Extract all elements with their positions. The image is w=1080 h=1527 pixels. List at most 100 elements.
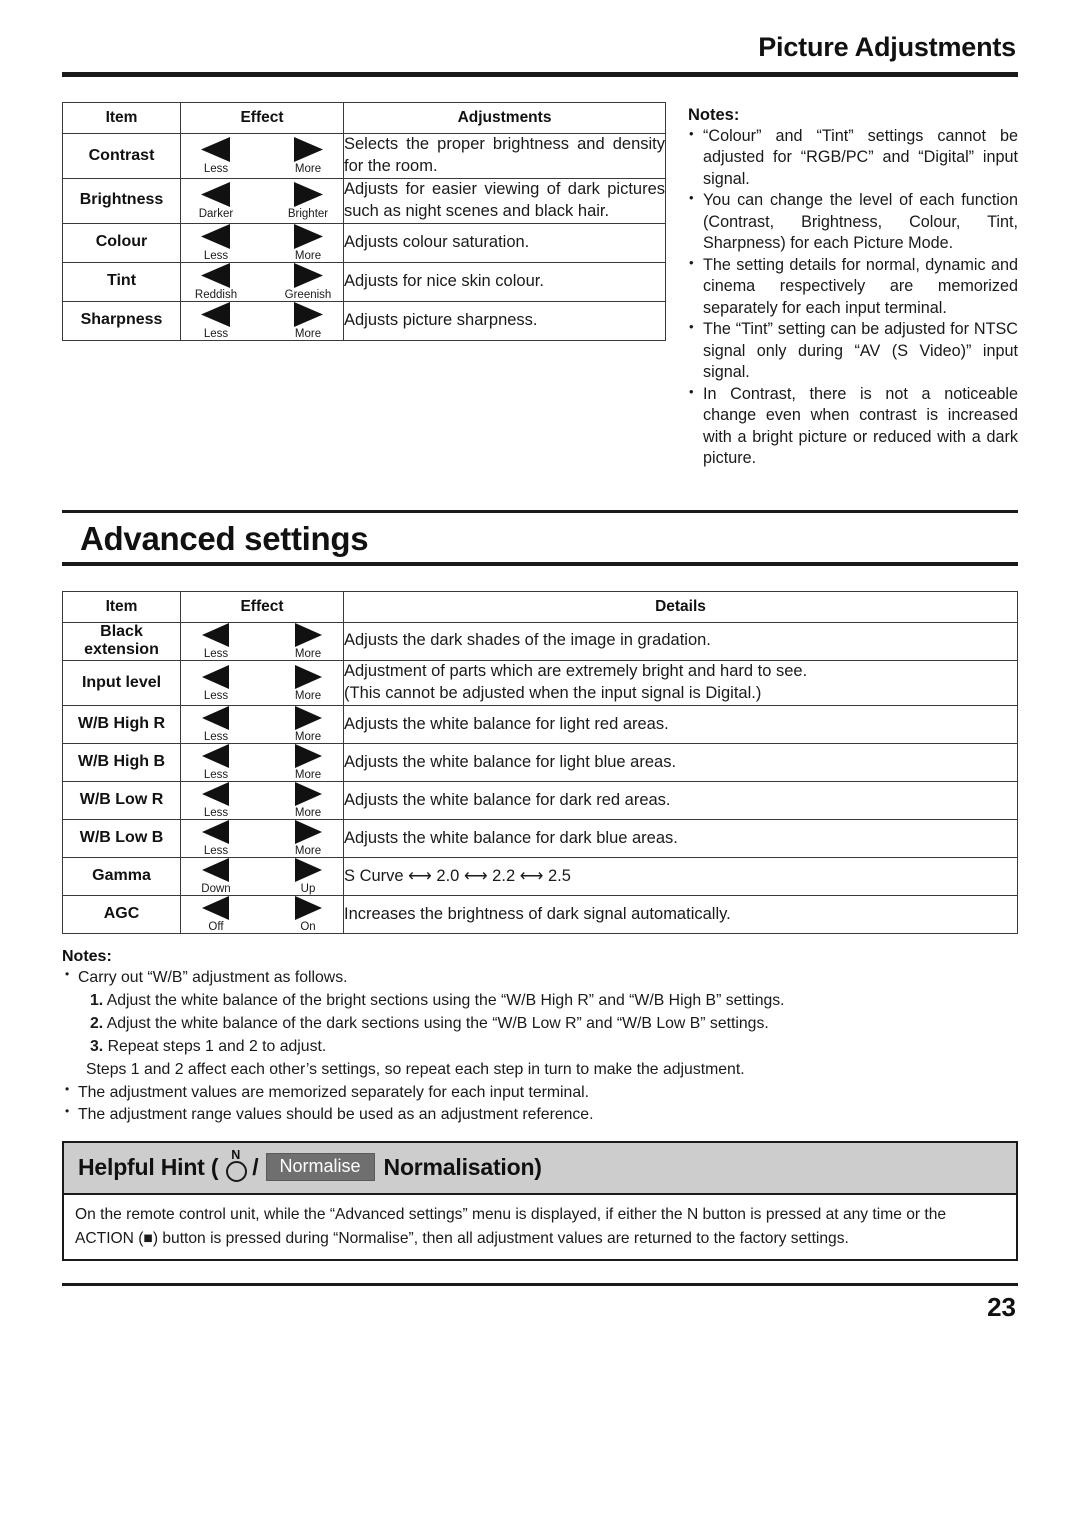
arrow-right-icon — [292, 262, 324, 288]
detail-line: Adjusts the white balance for dark blue … — [344, 828, 678, 847]
detail-line: S Curve ⟷ 2.0 ⟷ 2.2 ⟷ 2.5 — [344, 866, 571, 885]
row-details: Adjusts the white balance for dark blue … — [343, 819, 1018, 859]
list-item: 3. Repeat steps 1 and 2 to adjust. — [90, 1036, 1018, 1059]
arrow-right-icon — [293, 622, 323, 647]
normalise-chip: Normalise — [265, 1153, 375, 1182]
helpful-hint-box: Helpful Hint ( N / Normalise Normalisati… — [62, 1141, 1018, 1262]
step-text: Repeat steps 1 and 2 to adjust. — [107, 1037, 327, 1055]
row-description: Adjusts picture sharpness. — [343, 300, 666, 341]
note-item: The adjustment values are memorized sepa… — [62, 1081, 1018, 1105]
arrow-left-icon — [201, 820, 231, 845]
detail-line: Adjusts the white balance for light red … — [344, 714, 669, 733]
effect-cell: Less More — [180, 660, 344, 707]
effect-left-label: Less — [203, 731, 229, 744]
document-page: Picture Adjustments Item Effect Adjustme… — [0, 0, 1080, 1527]
effect-cell: Less More — [180, 781, 344, 821]
effect-right-label: More — [294, 249, 322, 262]
row-item-black-extension: Black extension — [62, 621, 181, 662]
row-item-colour: Colour — [62, 222, 181, 263]
row-item-sharpness: Sharpness — [62, 300, 181, 341]
helpful-hint-header: Helpful Hint ( N / Normalise Normalisati… — [64, 1143, 1016, 1196]
row-item-tint: Tint — [62, 261, 181, 302]
header-rule — [62, 72, 1018, 77]
table-row: W/B High R Less More Adjusts the white b… — [62, 705, 1018, 745]
table-row: W/B Low B Less More Adjusts the white ba… — [62, 819, 1018, 859]
effect-left-label: Less — [203, 647, 229, 660]
detail-line: (This cannot be adjusted when the input … — [344, 684, 762, 703]
row-details: Adjusts the dark shades of the image in … — [343, 621, 1018, 662]
effect-right-label: Brighter — [287, 207, 329, 220]
advanced-settings-heading: Advanced settings — [80, 519, 369, 557]
arrow-left-icon — [200, 181, 232, 207]
effect-right-label: Up — [300, 883, 316, 896]
arrow-right-icon — [293, 858, 323, 883]
step-text: Adjust the white balance of the dark sec… — [106, 1014, 769, 1032]
table-row: Gamma Down Up S Curve ⟷ 2.0 ⟷ 2.2 ⟷ 2.5 — [62, 857, 1018, 897]
table-row: Input level Less More Adjustment of part… — [62, 660, 1018, 707]
arrow-left-icon — [201, 622, 231, 647]
list-item: 2. Adjust the white balance of the dark … — [90, 1013, 1018, 1036]
row-item-brightness: Brightness — [62, 177, 181, 224]
advanced-settings-table: Item Effect Details Black extension Less… — [62, 590, 1018, 935]
effect-cell: Less More — [180, 300, 344, 341]
picture-adjustments-section: Item Effect Adjustments Contrast Less Mo… — [62, 102, 1018, 470]
effect-left-label: Darker — [198, 207, 234, 220]
arrow-right-icon — [292, 136, 324, 162]
effect-right-label: More — [294, 731, 322, 744]
effect-cell: Off On — [180, 895, 344, 935]
table-row: AGC Off On Increases the brightness of d… — [62, 895, 1018, 935]
column-header-item: Item — [62, 590, 181, 623]
helpful-hint-prefix: Helpful Hint ( — [78, 1153, 219, 1180]
page-number: 23 — [987, 1292, 1016, 1323]
arrow-right-icon — [293, 664, 323, 689]
row-item-wb-low-b: W/B Low B — [62, 819, 181, 859]
arrow-right-icon — [293, 744, 323, 769]
picture-notes-block: Notes: “Colour” and “Tint” settings cann… — [666, 102, 1018, 470]
effect-cell: Less More — [180, 819, 344, 859]
advanced-settings-section: Advanced settings — [62, 509, 1018, 566]
n-button-icon: N — [224, 1148, 250, 1183]
picture-adjustments-table: Item Effect Adjustments Contrast Less Mo… — [62, 102, 666, 341]
arrow-right-icon — [293, 706, 323, 731]
list-item: 1. Adjust the white balance of the brigh… — [90, 990, 1018, 1013]
note-item: In Contrast, there is not a noticeable c… — [688, 383, 1018, 470]
arrow-left-icon — [201, 896, 231, 921]
column-header-effect: Effect — [180, 590, 344, 623]
helpful-hint-suffix: Normalisation) — [383, 1153, 542, 1180]
effect-right-label: More — [294, 845, 322, 858]
effect-left-label: Reddish — [194, 288, 238, 301]
step-number: 2. — [90, 1014, 104, 1032]
row-details: Adjusts the white balance for light red … — [343, 705, 1018, 745]
detail-line: Adjusts the dark shades of the image in … — [344, 631, 711, 650]
steps-note: Steps 1 and 2 affect each other’s settin… — [86, 1060, 745, 1078]
arrow-right-icon — [292, 223, 324, 249]
arrow-left-icon — [200, 262, 232, 288]
arrow-right-icon — [293, 820, 323, 845]
wb-steps-list: 1. Adjust the white balance of the brigh… — [62, 990, 1018, 1059]
arrow-right-icon — [292, 181, 324, 207]
effect-cell: Less More — [180, 705, 344, 745]
notes-title: Notes: — [688, 106, 740, 124]
effect-cell: Less More — [180, 743, 344, 783]
effect-left-label: Less — [203, 689, 229, 702]
effect-left-label: Less — [203, 807, 229, 820]
section-rule-bottom — [62, 561, 1018, 566]
notes-list: Carry out “W/B” adjustment as follows. — [62, 966, 1018, 990]
advanced-notes-block: Notes: Carry out “W/B” adjustment as fol… — [62, 948, 1018, 1127]
effect-left-label: Less — [203, 769, 229, 782]
effect-right-label: Greenish — [284, 288, 332, 301]
table-row: Contrast Less More Selects the proper br… — [62, 133, 666, 179]
row-item-gamma: Gamma — [62, 857, 181, 897]
arrow-right-icon — [293, 896, 323, 921]
row-description: Adjusts colour saturation. — [343, 222, 666, 263]
effect-right-label: More — [294, 689, 322, 702]
effect-cell: Down Up — [180, 857, 344, 897]
row-item-input-level: Input level — [62, 660, 181, 707]
arrow-right-icon — [293, 782, 323, 807]
arrow-right-icon — [292, 301, 324, 327]
effect-left-label: Less — [203, 845, 229, 858]
table-row: W/B High B Less More Adjusts the white b… — [62, 743, 1018, 783]
column-header-details: Details — [343, 590, 1018, 623]
effect-cell: Less More — [180, 621, 344, 662]
arrow-left-icon — [201, 858, 231, 883]
